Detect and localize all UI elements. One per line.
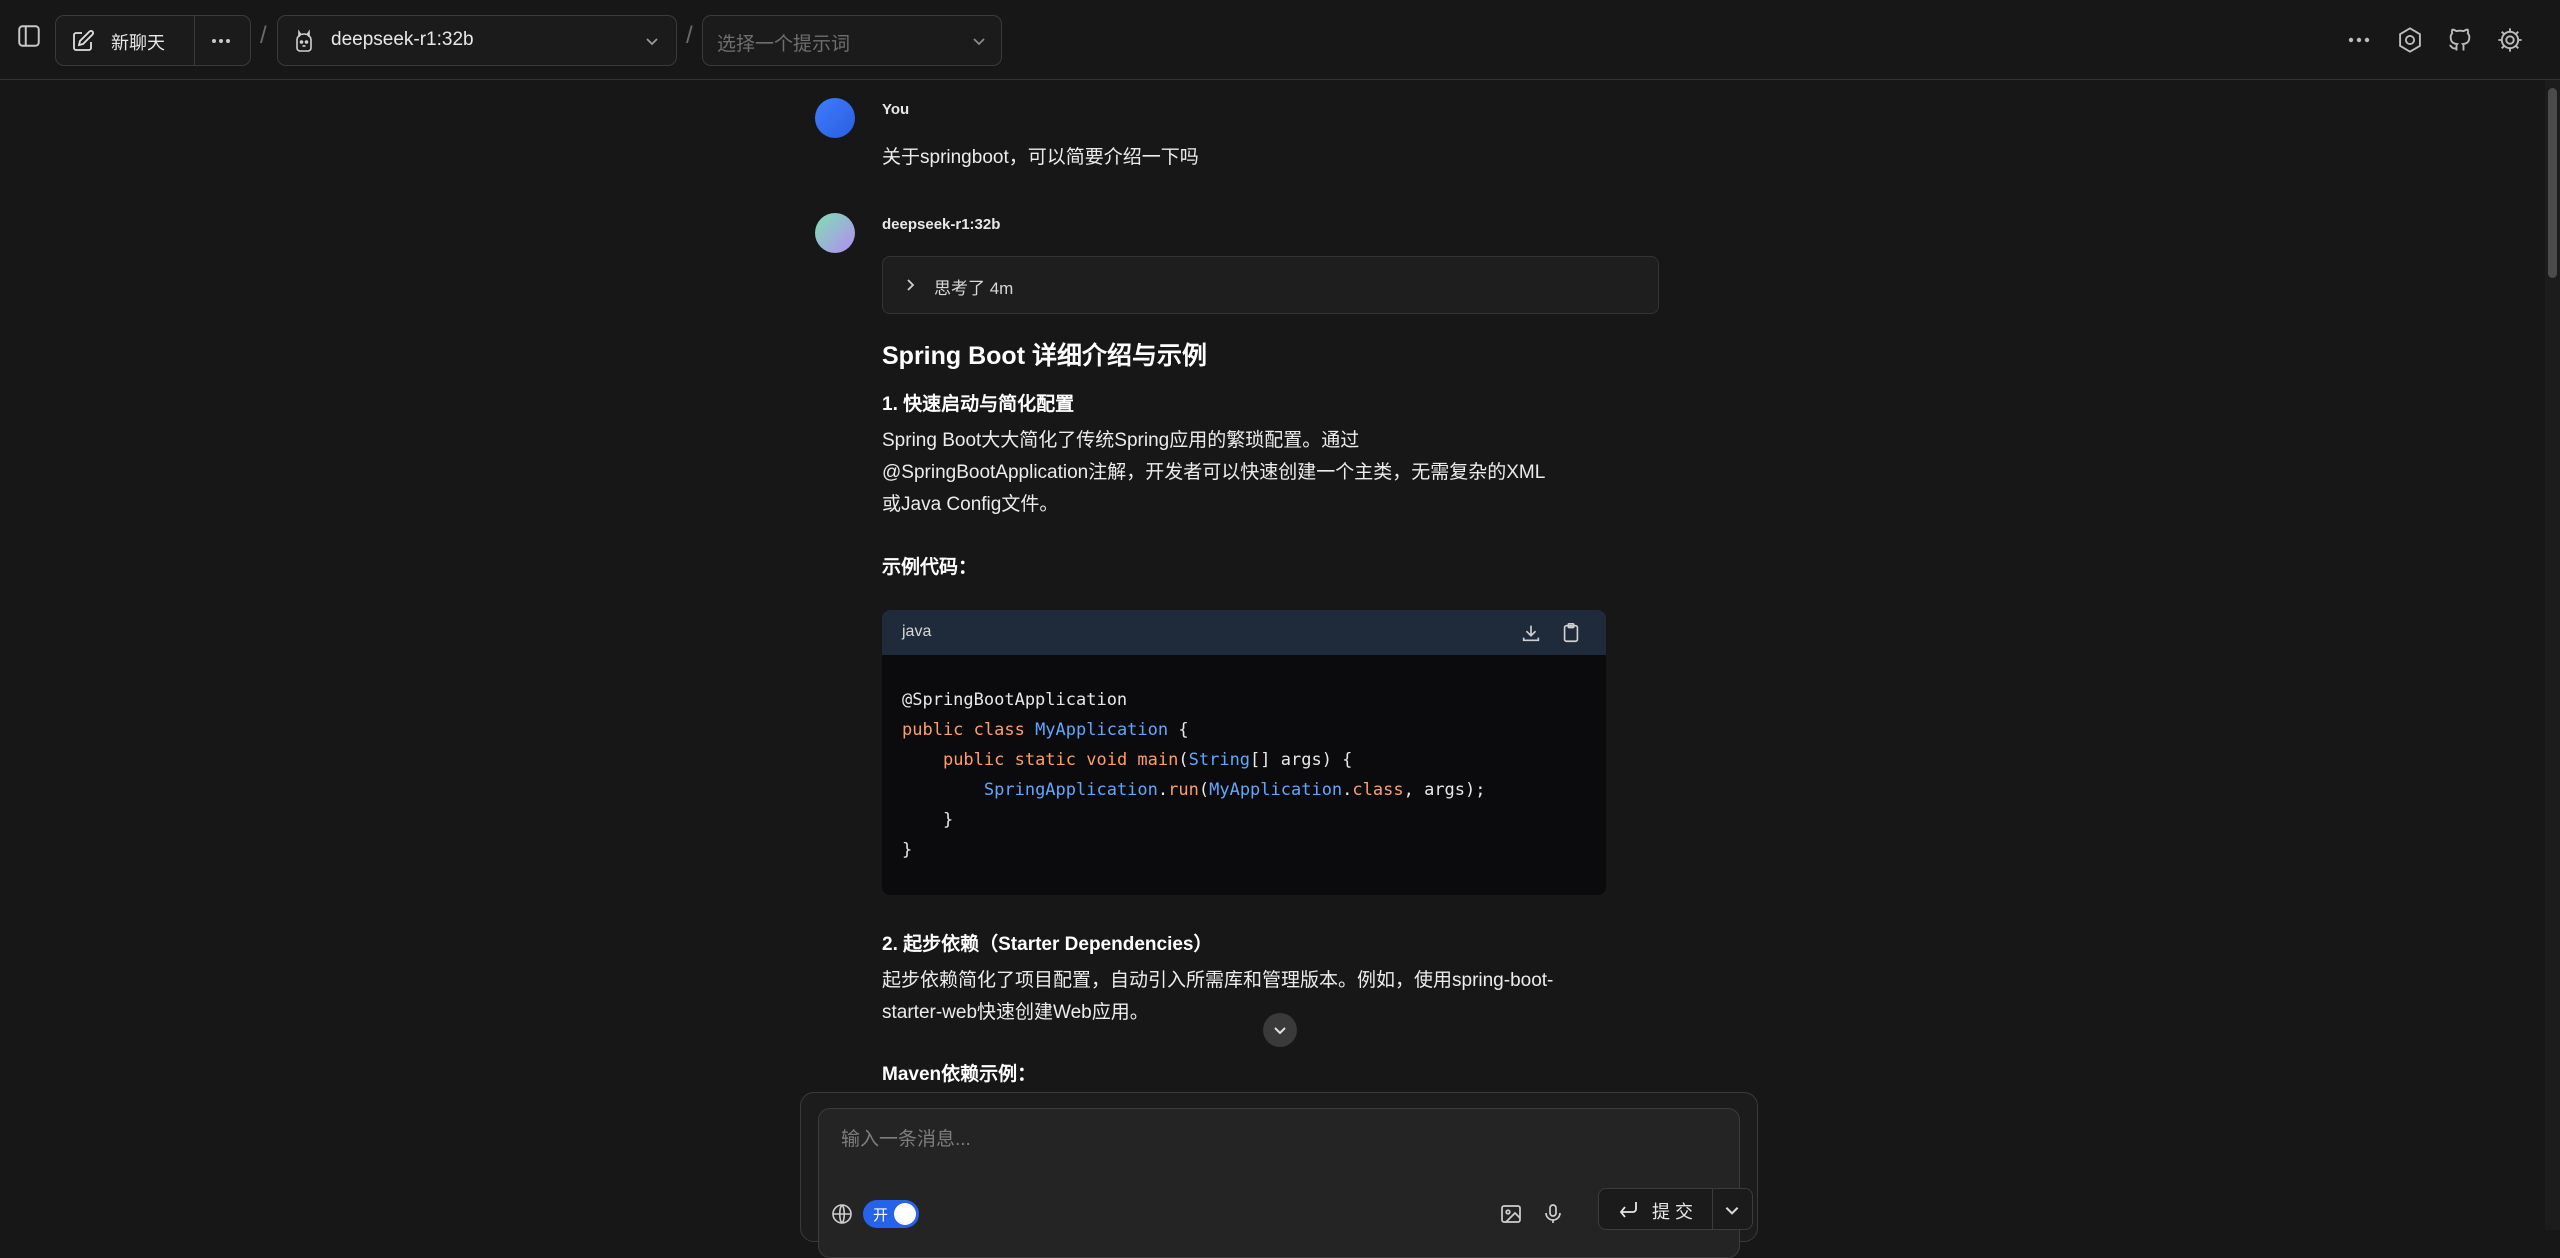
mic-icon[interactable] bbox=[1541, 1202, 1565, 1226]
edit-icon bbox=[71, 29, 95, 53]
composer: 开 提 交 bbox=[800, 1092, 1758, 1258]
toggle-label: 开 bbox=[873, 1207, 889, 1224]
toggle-knob bbox=[894, 1203, 916, 1225]
user-name: You bbox=[882, 101, 910, 118]
model-logo-icon bbox=[292, 28, 316, 54]
more-icon[interactable] bbox=[209, 30, 233, 52]
top-bar: 新聊天 / deepseek-r1:32b / 选择一个提示词 bbox=[0, 0, 2560, 80]
gear-icon[interactable] bbox=[2496, 26, 2524, 54]
thinking-toggle[interactable]: 思考了 4m bbox=[882, 256, 1659, 314]
model-name: deepseek-r1:32b bbox=[331, 29, 474, 50]
code-block: java @SpringBootApplication public class … bbox=[882, 610, 1606, 895]
code-line: public class MyApplication { bbox=[902, 715, 1586, 745]
code-line: @SpringBootApplication bbox=[902, 685, 1586, 715]
model-selector[interactable]: deepseek-r1:32b bbox=[277, 15, 677, 66]
globe-icon[interactable] bbox=[830, 1202, 854, 1226]
section-heading: 1. 快速启动与简化配置 bbox=[882, 394, 1075, 415]
type-token: SpringApplication bbox=[983, 780, 1158, 800]
clipboard-icon[interactable] bbox=[1560, 622, 1582, 644]
scroll-to-bottom-button[interactable] bbox=[1263, 1013, 1297, 1047]
new-chat-group: 新聊天 bbox=[55, 15, 251, 66]
thinking-label: 思考了 4m bbox=[934, 279, 1014, 298]
punct-token: . bbox=[1342, 780, 1353, 800]
new-chat-label: 新聊天 bbox=[111, 33, 165, 53]
annotation-token: @SpringBootApplication bbox=[902, 690, 1128, 710]
punct-token: ( bbox=[1198, 780, 1210, 800]
web-search-toggle[interactable]: 开 bbox=[863, 1200, 919, 1228]
code-language: java bbox=[902, 623, 932, 640]
github-icon[interactable] bbox=[2446, 26, 2474, 54]
assistant-avatar bbox=[815, 213, 855, 253]
submit-label: 提 交 bbox=[1652, 1202, 1694, 1222]
type-token: String bbox=[1188, 750, 1251, 770]
punct-token: [] args) { bbox=[1250, 750, 1353, 770]
user-avatar bbox=[815, 98, 855, 138]
type-token: MyApplication bbox=[1035, 720, 1169, 740]
composer-box: 开 提 交 bbox=[818, 1108, 1753, 1258]
paragraph-line: Spring Boot大大简化了传统Spring应用的繁琐配置。通过 bbox=[882, 430, 1360, 451]
code-header: java bbox=[882, 610, 1606, 655]
response-title: Spring Boot 详细介绍与示例 bbox=[882, 342, 1207, 370]
submit-main[interactable]: 提 交 bbox=[1599, 1189, 1713, 1229]
paragraph-line: 或Java Config文件。 bbox=[882, 494, 1059, 515]
keyword-token: public static void bbox=[942, 750, 1138, 770]
type-token: MyApplication bbox=[1209, 780, 1343, 800]
prompt-placeholder: 选择一个提示词 bbox=[717, 34, 851, 55]
download-icon[interactable] bbox=[1520, 622, 1542, 644]
method-token: main bbox=[1137, 750, 1179, 770]
keyword-token: class bbox=[1352, 780, 1404, 800]
code-line: public static void main(String[] args) { bbox=[902, 745, 1586, 775]
punct-token: { bbox=[1168, 720, 1189, 740]
assistant-name: deepseek-r1:32b bbox=[882, 216, 1001, 233]
settings-icon[interactable] bbox=[2396, 26, 2424, 54]
punct-token: . bbox=[1157, 780, 1169, 800]
submit-button[interactable]: 提 交 bbox=[1598, 1188, 1753, 1230]
punct-token: ( bbox=[1178, 750, 1189, 770]
chevron-right-icon bbox=[903, 278, 917, 292]
example-label: 示例代码： bbox=[882, 557, 978, 578]
paragraph-line: @SpringBootApplication注解，开发者可以快速创建一个主类，无… bbox=[882, 462, 1546, 483]
code-line: } bbox=[902, 840, 913, 860]
code-content: @SpringBootApplication public class MyApp… bbox=[882, 655, 1606, 865]
maven-label: Maven依赖示例： bbox=[882, 1064, 1037, 1085]
keyword-token: public class bbox=[902, 720, 1036, 740]
prompt-selector[interactable]: 选择一个提示词 bbox=[702, 15, 1002, 66]
more-icon[interactable] bbox=[2346, 30, 2372, 50]
section-heading: 2. 起步依赖（Starter Dependencies） bbox=[882, 934, 1213, 955]
enter-icon bbox=[1617, 1199, 1639, 1219]
message-input[interactable] bbox=[839, 1121, 1703, 1159]
method-token: run bbox=[1168, 780, 1199, 800]
paragraph-line: 起步依赖简化了项目配置，自动引入所需库和管理版本。例如，使用spring-boo… bbox=[882, 970, 1554, 991]
chevron-down-icon bbox=[1274, 1027, 1286, 1035]
image-icon[interactable] bbox=[1499, 1202, 1523, 1226]
paragraph-line: starter-web快速创建Web应用。 bbox=[882, 1002, 1149, 1023]
new-chat-button[interactable]: 新聊天 bbox=[56, 16, 195, 65]
chevron-down-icon bbox=[644, 33, 660, 49]
sidebar-toggle-icon[interactable] bbox=[16, 23, 42, 49]
separator: / bbox=[686, 22, 693, 49]
punct-token: , args); bbox=[1403, 780, 1486, 800]
chevron-down-icon[interactable] bbox=[1723, 1201, 1741, 1219]
chevron-down-icon bbox=[971, 33, 987, 49]
user-message: 关于springboot，可以简要介绍一下吗 bbox=[882, 147, 1199, 168]
code-line: SpringApplication.run(MyApplication.clas… bbox=[902, 775, 1586, 805]
separator: / bbox=[260, 22, 267, 49]
scrollbar-thumb[interactable] bbox=[2548, 88, 2557, 278]
code-line: } bbox=[902, 810, 954, 830]
